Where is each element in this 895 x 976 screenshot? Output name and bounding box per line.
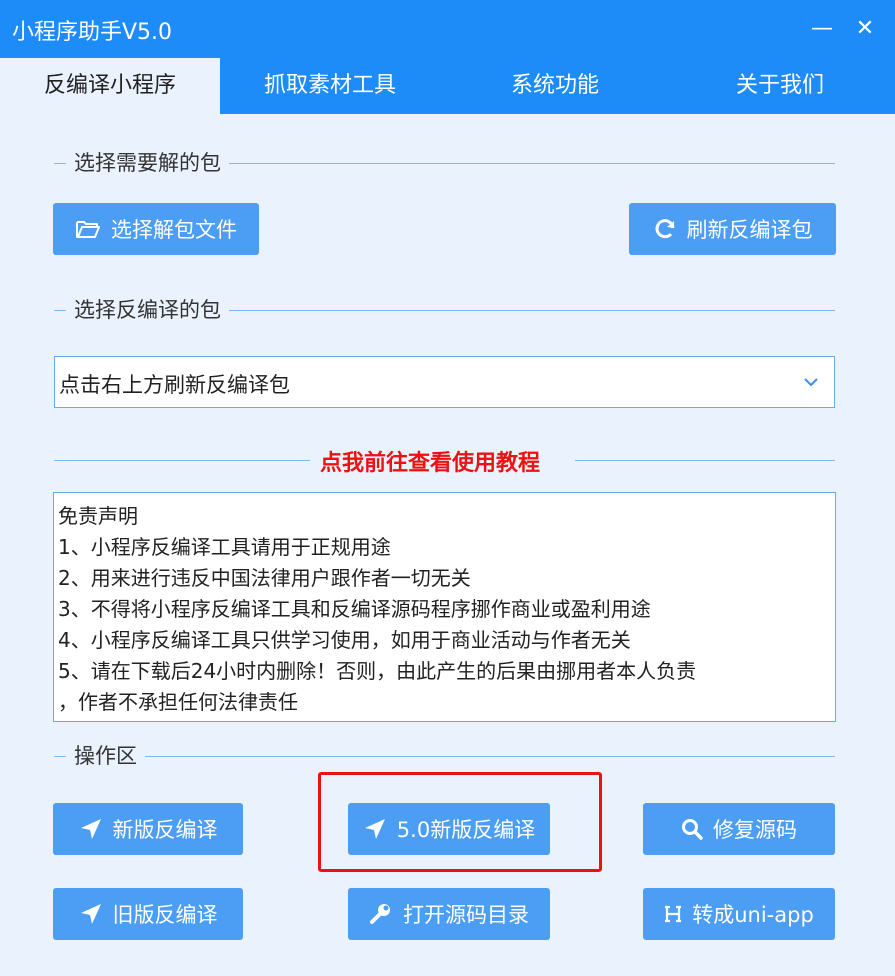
tab-system[interactable]: 系统功能 <box>445 58 665 114</box>
tab-about[interactable]: 关于我们 <box>670 58 890 114</box>
select-file-button[interactable]: 选择解包文件 <box>53 203 259 255</box>
divider <box>54 460 310 461</box>
disclaimer-line: 2、用来进行违反中国法律用户跟作者一切无关 <box>58 566 471 590</box>
folder-open-icon <box>75 218 101 240</box>
tab-decompile[interactable]: 反编译小程序 <box>0 58 220 114</box>
old-decompile-button[interactable]: 旧版反编译 <box>53 888 243 940</box>
select-file-label: 选择解包文件 <box>111 218 237 242</box>
paper-plane-icon <box>363 817 387 841</box>
section-operations: 操作区 <box>54 741 835 771</box>
v5-decompile-label: 5.0新版反编译 <box>396 818 536 842</box>
refresh-label: 刷新反编译包 <box>686 218 813 242</box>
h-icon <box>664 904 682 924</box>
tab-bar: 反编译小程序 抓取素材工具 系统功能 关于我们 <box>0 58 895 114</box>
dropdown-value: 点击右上方刷新反编译包 <box>59 373 290 397</box>
convert-uniapp-label: 转成uni-app <box>692 903 814 927</box>
repair-source-label: 修复源码 <box>713 818 797 842</box>
divider <box>575 460 835 461</box>
disclaimer-textarea[interactable]: 免责声明 1、小程序反编译工具请用于正规用途 2、用来进行违反中国法律用户跟作者… <box>53 492 836 722</box>
tab-grab-assets[interactable]: 抓取素材工具 <box>220 58 440 114</box>
wrench-icon <box>369 902 393 926</box>
section-select-package: 选择需要解的包 <box>54 148 835 178</box>
v5-decompile-button[interactable]: 5.0新版反编译 <box>348 803 550 855</box>
package-dropdown[interactable]: 点击右上方刷新反编译包 <box>54 356 835 408</box>
repair-source-button[interactable]: 修复源码 <box>643 803 835 855</box>
open-source-dir-button[interactable]: 打开源码目录 <box>348 888 550 940</box>
close-button[interactable]: ✕ <box>848 12 882 46</box>
convert-uniapp-button[interactable]: 转成uni-app <box>643 888 835 940</box>
disclaimer-line: ，作者不承担任何法律责任 <box>58 690 298 714</box>
search-icon <box>681 818 703 840</box>
refresh-icon <box>653 217 677 241</box>
minimize-button[interactable]: — <box>805 12 839 46</box>
paper-plane-icon <box>79 817 103 841</box>
section-label: 操作区 <box>66 741 145 771</box>
title-bar: 小程序助手V5.0 — ✕ <box>0 0 895 58</box>
tutorial-link[interactable]: 点我前往查看使用教程 <box>320 445 540 477</box>
disclaimer-line: 5、请在下载后24小时内删除！否则，由此产生的后果由挪用者本人负责 <box>58 659 697 683</box>
chevron-down-icon <box>802 373 820 395</box>
disclaimer-line: 免责声明 <box>58 504 138 528</box>
section-select-decompile: 选择反编译的包 <box>54 295 835 325</box>
divider <box>54 756 835 757</box>
disclaimer-line: 1、小程序反编译工具请用于正规用途 <box>58 535 391 559</box>
app-title: 小程序助手V5.0 <box>12 20 173 45</box>
disclaimer-line: 4、小程序反编译工具只供学习使用，如用于商业活动与作者无关 <box>58 628 631 652</box>
old-decompile-label: 旧版反编译 <box>112 903 218 927</box>
new-decompile-label: 新版反编译 <box>112 818 218 842</box>
disclaimer-line: 3、不得将小程序反编译工具和反编译源码程序挪作商业或盈利用途 <box>58 597 651 621</box>
open-source-dir-label: 打开源码目录 <box>403 903 529 927</box>
section-label: 选择反编译的包 <box>66 295 229 325</box>
paper-plane-icon <box>79 902 103 926</box>
refresh-button[interactable]: 刷新反编译包 <box>629 203 836 255</box>
new-decompile-button[interactable]: 新版反编译 <box>53 803 243 855</box>
section-label: 选择需要解的包 <box>66 148 229 178</box>
